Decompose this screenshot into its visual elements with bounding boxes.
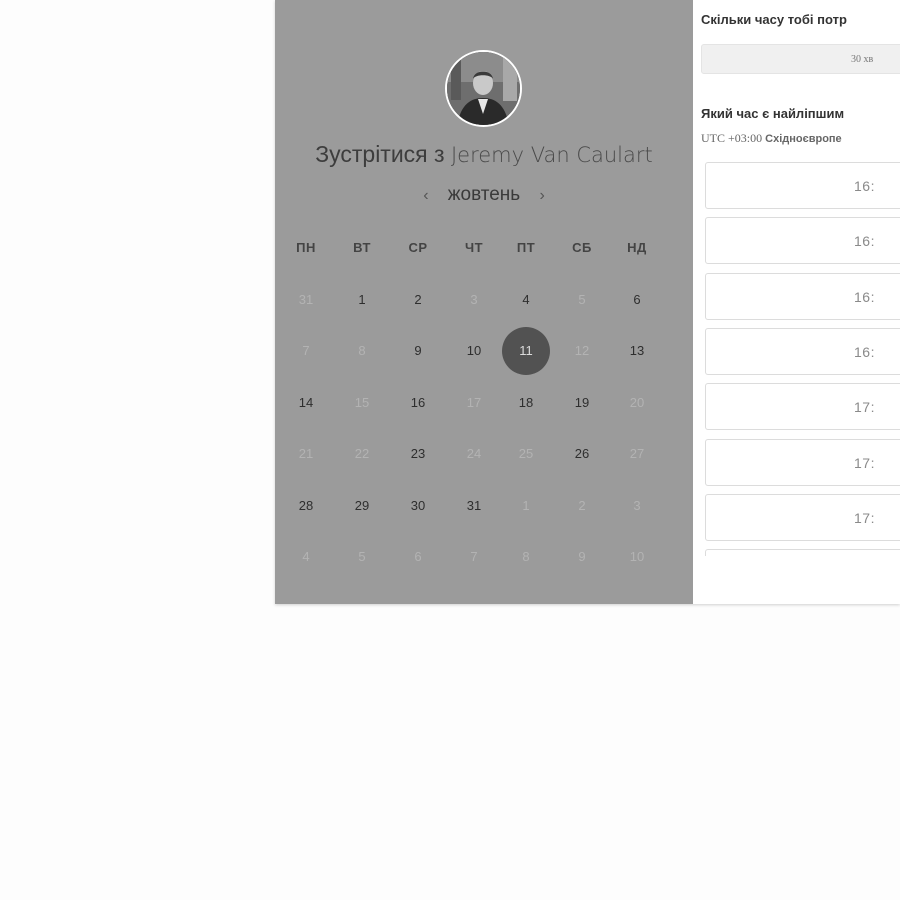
calendar-day[interactable]: 4: [502, 276, 550, 324]
duration-select[interactable]: 30 хв: [701, 44, 900, 74]
weekday-label: ВТ: [353, 240, 371, 255]
calendar-day: 24: [466, 446, 482, 461]
timezone-offset: UTC +03:00: [701, 131, 763, 145]
calendar-day[interactable]: 26: [558, 430, 606, 478]
calendar-day: 12: [574, 343, 590, 358]
booking-widget: Зустрітися з Jeremy Van Caulart ‹ жовтен…: [275, 0, 900, 604]
timeslot-button[interactable]: [705, 549, 900, 556]
calendar-day[interactable]: 19: [558, 379, 606, 427]
weekday-label: СР: [408, 240, 428, 255]
calendar-day: 6: [414, 549, 422, 564]
calendar-day[interactable]: 16: [394, 379, 442, 427]
calendar-day[interactable]: 2: [394, 276, 442, 324]
weekday-header: ПН ВТ СР ЧТ ПТ СБ НД: [275, 240, 693, 260]
next-month-icon[interactable]: ›: [525, 187, 558, 204]
calendar-day[interactable]: 9: [394, 327, 442, 375]
calendar-day: 7: [470, 549, 478, 564]
calendar-day: 15: [354, 395, 370, 410]
calendar-day: 5: [578, 292, 586, 307]
calendar-day[interactable]: 14: [282, 379, 330, 427]
booking-panel: Скільки часу тобі потр 30 хв Який час є …: [693, 0, 900, 604]
timeslot-time: 16:: [854, 288, 875, 305]
calendar-day: 20: [629, 395, 645, 410]
calendar-day: 4: [302, 549, 310, 564]
calendar-day[interactable]: 31: [450, 482, 498, 530]
timeslot-button[interactable]: 16:: [705, 272, 900, 320]
calendar-day: 1: [522, 498, 530, 513]
timeslot-button[interactable]: 17:: [705, 438, 900, 486]
timeslot-time: 16:: [854, 233, 875, 250]
timeslot-button[interactable]: 16:: [705, 162, 900, 209]
timezone-name: Східноєвропе: [765, 133, 842, 145]
calendar-day: 8: [522, 549, 530, 564]
weekday-label: ЧТ: [464, 240, 484, 255]
meeting-title: Зустрітися з Jeremy Van Caulart: [275, 141, 693, 168]
calendar-day: 31: [298, 292, 314, 307]
calendar-day: 7: [302, 343, 310, 358]
timeslot-button[interactable]: 16:: [705, 217, 900, 265]
timeslot-time: 17:: [854, 399, 875, 416]
weekday-label: НД: [627, 240, 647, 255]
calendar-day: 25: [518, 446, 534, 461]
calendar-day: 3: [633, 498, 641, 513]
weekday-label: ПН: [296, 240, 316, 255]
calendar-day: 9: [578, 549, 586, 564]
prev-month-icon[interactable]: ‹: [409, 187, 442, 204]
duration-question: Скільки часу тобі потр: [701, 12, 847, 27]
calendar-day: 8: [358, 343, 366, 358]
calendar-day: 5: [358, 549, 366, 564]
calendar-day-selected[interactable]: 11: [502, 327, 550, 375]
calendar-day: 22: [354, 446, 370, 461]
timeslot-button[interactable]: 17:: [705, 383, 900, 431]
month-navigation: ‹ жовтень ›: [275, 184, 693, 206]
calendar-day[interactable]: 29: [338, 482, 386, 530]
host-avatar: [445, 50, 522, 127]
calendar-day: 10: [629, 549, 645, 564]
title-prefix: Зустрітися з: [315, 141, 445, 167]
timeslot-time: 17:: [854, 509, 875, 526]
calendar-day[interactable]: 1: [338, 276, 386, 324]
calendar-day[interactable]: 30: [394, 482, 442, 530]
calendar-day: 17: [466, 395, 482, 410]
calendar-day: 21: [298, 446, 314, 461]
timezone-label: UTC +03:00 Східноєвропе: [701, 131, 842, 146]
weekday-label: СБ: [572, 240, 592, 255]
timeslot-list: 16: 16: 16: 16: 17: 17: 17:: [705, 162, 900, 556]
calendar-day[interactable]: 28: [282, 482, 330, 530]
month-label: жовтень: [447, 184, 521, 205]
calendar-day[interactable]: 23: [394, 430, 442, 478]
timeslot-button[interactable]: 16:: [705, 327, 900, 375]
host-name: Jeremy Van Caulart: [450, 143, 653, 167]
calendar-panel: Зустрітися з Jeremy Van Caulart ‹ жовтен…: [275, 0, 693, 604]
timeslot-time: 17:: [854, 454, 875, 471]
calendar-day[interactable]: 6: [613, 276, 661, 324]
weekday-label: ПТ: [516, 240, 536, 255]
calendar-day[interactable]: 13: [613, 327, 661, 375]
calendar-day: 2: [578, 498, 586, 513]
duration-value: 30 хв: [851, 54, 874, 65]
timeslot-question: Який час є найліпшим: [701, 106, 845, 121]
timeslot-time: 16:: [854, 343, 875, 360]
timeslot-time: 16:: [854, 178, 875, 194]
calendar-day: 27: [629, 446, 645, 461]
calendar-day: 3: [470, 292, 478, 307]
calendar-day[interactable]: 10: [450, 327, 498, 375]
timeslot-button[interactable]: 17:: [705, 493, 900, 541]
calendar-day[interactable]: 18: [502, 379, 550, 427]
host-photo: [447, 52, 520, 125]
